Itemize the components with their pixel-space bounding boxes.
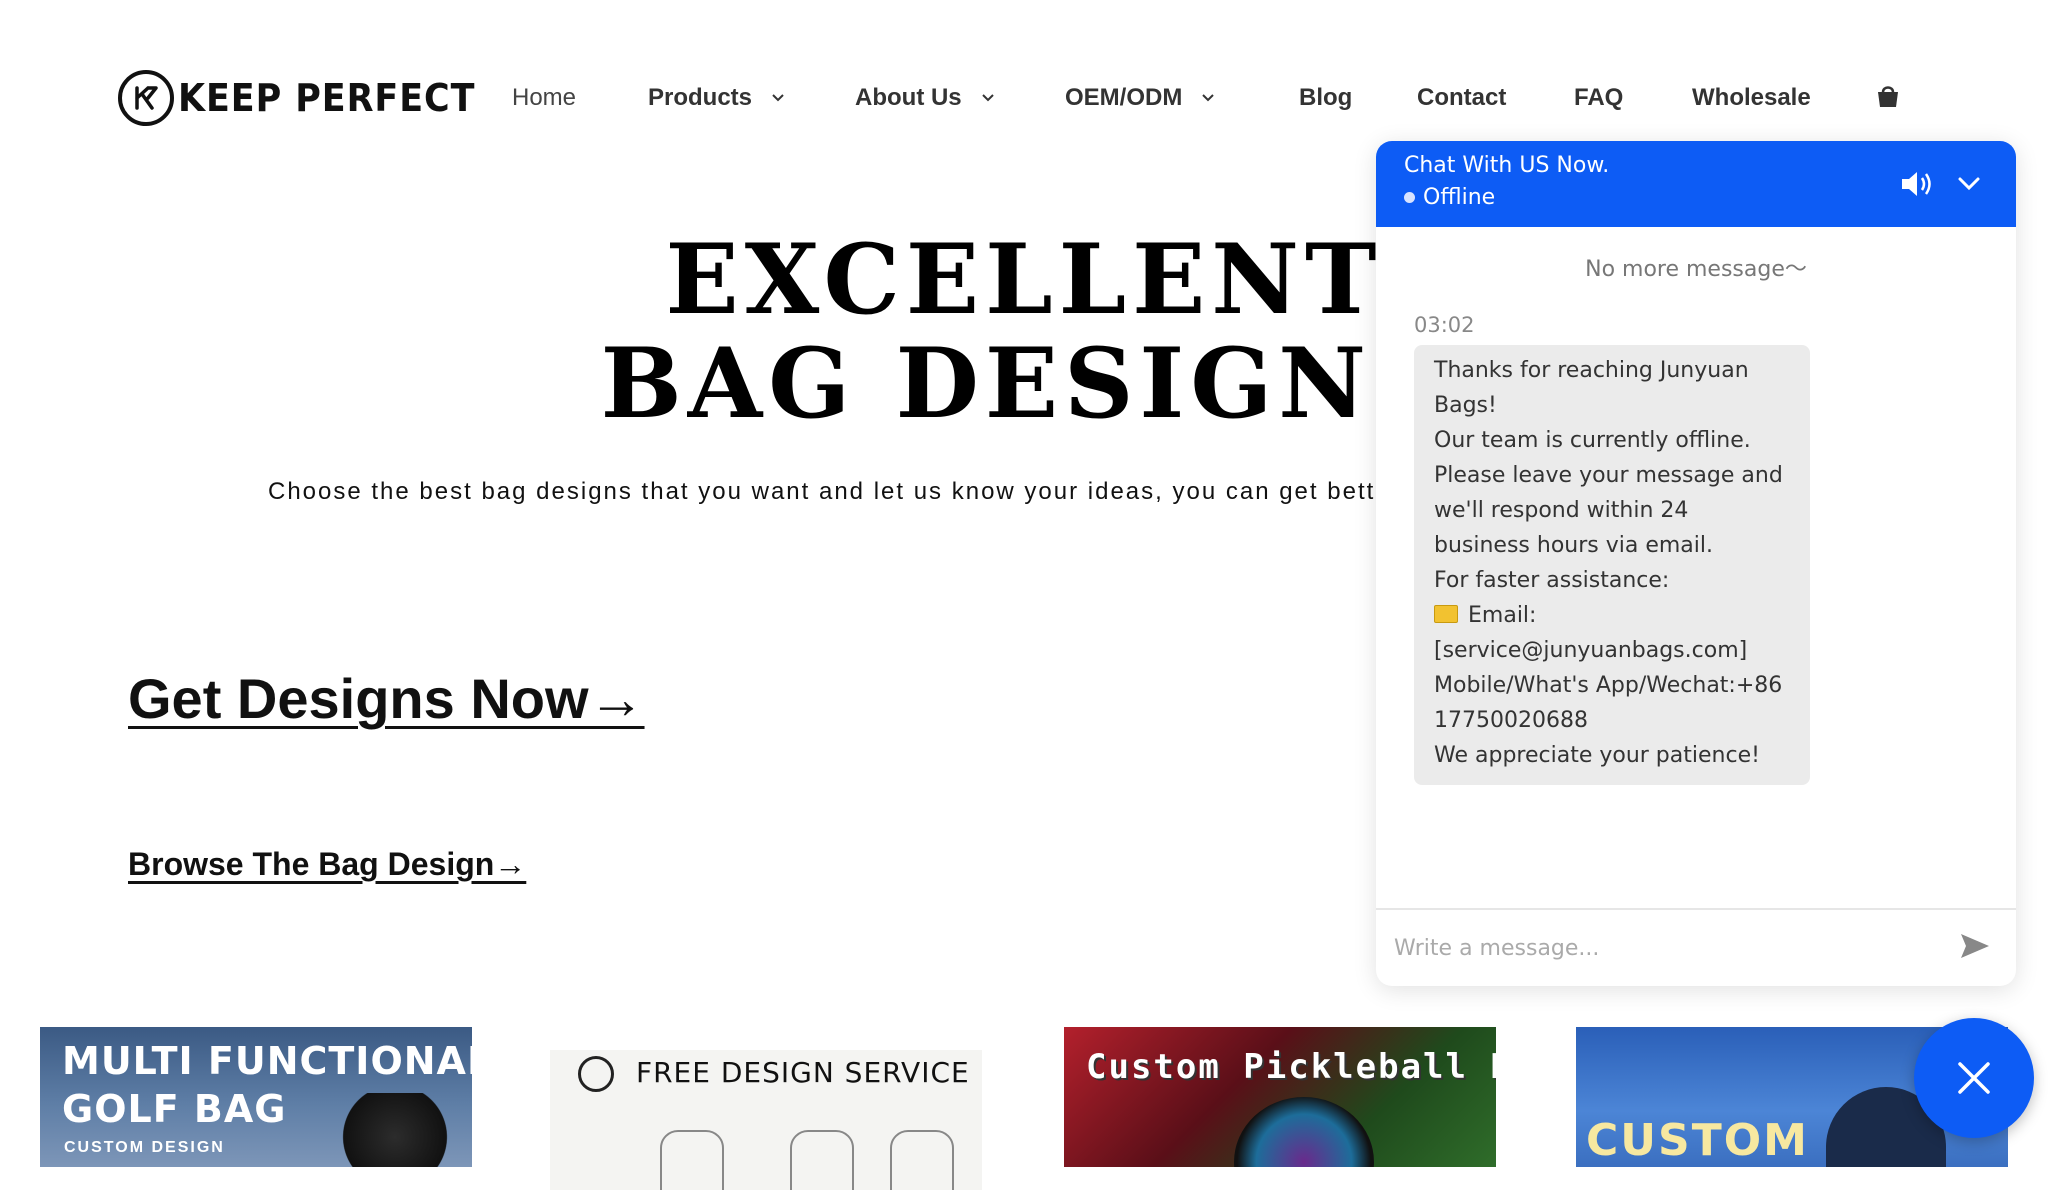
nav-about-us-label: About Us bbox=[855, 84, 962, 111]
card-title: FREE DESIGN SERVICE bbox=[636, 1056, 970, 1089]
card-title: Custom Pickleball Bag bbox=[1086, 1047, 1496, 1087]
message-line: Email: bbox=[1468, 603, 1537, 628]
shopping-bag-icon[interactable] bbox=[1874, 82, 1902, 110]
nav-oem-odm[interactable]: OEM/ODM bbox=[1065, 78, 1216, 118]
message-line: Bags! bbox=[1434, 393, 1497, 418]
hero-subtitle: Choose the best bag designs that you wan… bbox=[268, 478, 1391, 505]
card-title-line1: MULTI FUNCTIONAL bbox=[62, 1039, 472, 1083]
nav-blog[interactable]: Blog bbox=[1299, 78, 1352, 118]
nav-about-us[interactable]: About Us bbox=[855, 78, 996, 118]
close-chat-button[interactable] bbox=[1914, 1018, 2034, 1138]
status-dot-icon bbox=[1404, 192, 1415, 203]
nav-faq[interactable]: FAQ bbox=[1574, 78, 1623, 118]
message-timestamp: 03:02 bbox=[1414, 313, 1475, 337]
card-title-line2: GOLF BAG bbox=[62, 1087, 287, 1131]
message-line: Mobile/What's App/Wechat:+86 bbox=[1434, 673, 1783, 698]
nav-blog-label: Blog bbox=[1299, 84, 1353, 111]
message-line: [service@junyuanbags.com] bbox=[1434, 638, 1748, 663]
pickleball-paddle-image bbox=[1234, 1097, 1374, 1167]
chat-status-label: Offline bbox=[1423, 185, 1496, 210]
product-card-design-service[interactable]: FREE DESIGN SERVICE bbox=[550, 1050, 982, 1190]
chevron-down-icon bbox=[770, 90, 786, 106]
send-icon[interactable] bbox=[1958, 929, 1992, 963]
nav-faq-label: FAQ bbox=[1574, 84, 1624, 111]
logo-mark-icon bbox=[578, 1056, 614, 1092]
chat-title: Chat With US Now. bbox=[1404, 153, 1610, 178]
product-card-golf-bag[interactable]: MULTI FUNCTIONAL GOLF BAG CUSTOM DESIGN bbox=[40, 1027, 472, 1167]
chevron-down-icon bbox=[980, 90, 996, 106]
email-icon bbox=[1434, 605, 1458, 623]
message-line: For faster assistance: bbox=[1434, 568, 1670, 593]
chevron-down-icon bbox=[1200, 90, 1216, 106]
chat-widget: Chat With US Now. Offline No more messag… bbox=[1376, 141, 2016, 986]
browse-bag-design-link[interactable]: Browse The Bag Design→ bbox=[128, 846, 526, 883]
message-line: We appreciate your patience! bbox=[1434, 743, 1760, 768]
close-icon bbox=[1958, 1062, 1990, 1094]
message-line: Please leave your message and bbox=[1434, 463, 1783, 488]
product-card-pickleball-bag[interactable]: Custom Pickleball Bag bbox=[1064, 1027, 1496, 1167]
nav-home-label: Home bbox=[512, 84, 577, 111]
message-line: Our team is currently offline. bbox=[1434, 428, 1751, 453]
card-title: CUSTOM bbox=[1586, 1115, 1809, 1166]
nav-contact[interactable]: Contact bbox=[1417, 78, 1506, 118]
no-more-messages: No more message～ bbox=[1585, 257, 1807, 282]
nav-wholesale[interactable]: Wholesale bbox=[1692, 78, 1811, 118]
nav-wholesale-label: Wholesale bbox=[1692, 84, 1811, 111]
bag-sketch-image bbox=[660, 1130, 724, 1190]
chat-header[interactable]: Chat With US Now. Offline bbox=[1376, 141, 2016, 227]
message-line-email: Email: bbox=[1434, 598, 1790, 633]
nav-contact-label: Contact bbox=[1417, 84, 1507, 111]
golf-bag-image bbox=[340, 1093, 450, 1167]
logo-text: KEEP PERFECT bbox=[178, 76, 476, 120]
chat-message-input[interactable] bbox=[1392, 919, 1936, 977]
message-line: 17750020688 bbox=[1434, 708, 1588, 733]
nav-products[interactable]: Products bbox=[648, 78, 786, 118]
bag-sketch-image bbox=[890, 1130, 954, 1190]
message-line: we'll respond within 24 bbox=[1434, 498, 1689, 523]
site-logo[interactable]: KEEP PERFECT bbox=[118, 66, 501, 130]
nav-oem-odm-label: OEM/ODM bbox=[1065, 84, 1183, 111]
nav-products-label: Products bbox=[648, 84, 753, 111]
chat-status: Offline bbox=[1404, 185, 1495, 210]
chat-message-bubble: Thanks for reaching Junyuan Bags! Our te… bbox=[1414, 345, 1810, 785]
get-designs-now-link[interactable]: Get Designs Now→ bbox=[128, 666, 645, 731]
bag-sketch-image bbox=[790, 1130, 854, 1190]
chat-divider bbox=[1376, 908, 2016, 910]
message-line: business hours via email. bbox=[1434, 533, 1713, 558]
logo-mark-icon bbox=[118, 70, 174, 126]
card-title-line3: CUSTOM DESIGN bbox=[64, 1139, 225, 1156]
speaker-icon[interactable] bbox=[1898, 167, 1936, 201]
chevron-down-icon[interactable] bbox=[1954, 169, 1984, 199]
message-line: Thanks for reaching Junyuan bbox=[1434, 358, 1749, 383]
nav-home[interactable]: Home bbox=[512, 78, 576, 118]
